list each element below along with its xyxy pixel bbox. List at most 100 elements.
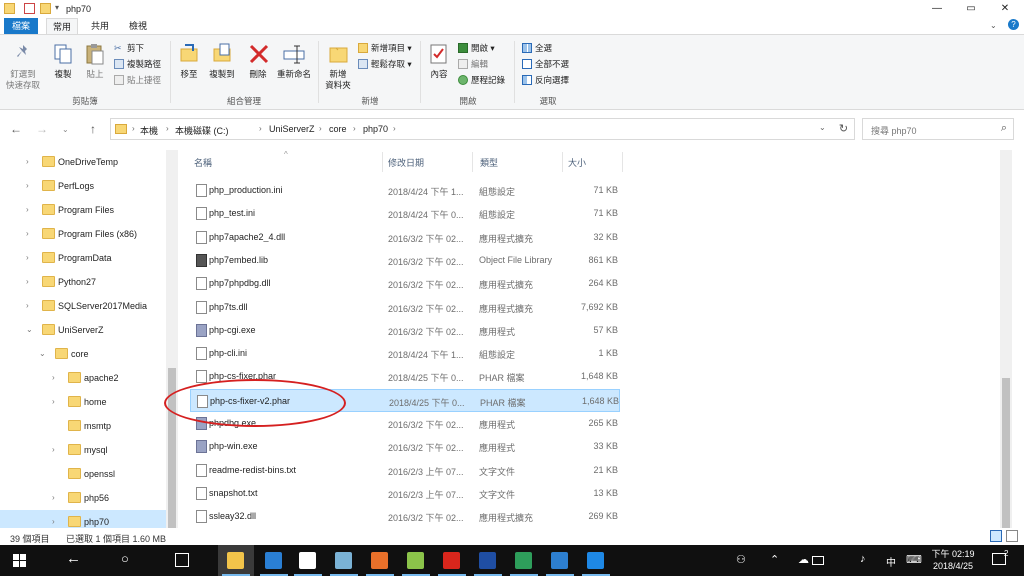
nav-tree-item[interactable]: › OneDriveTemp xyxy=(0,150,166,174)
list-scrollbar[interactable] xyxy=(1000,150,1012,528)
file-row[interactable]: php_test.ini 2018/4/24 下午 0... 組態設定 71 KB xyxy=(190,202,620,225)
recent-locations-chevron-icon[interactable]: ⌄ xyxy=(62,125,69,134)
tab-view[interactable]: 檢視 xyxy=(122,18,154,34)
file-row[interactable]: php7ts.dll 2016/3/2 下午 02... 應用程式擴充 7,692 K… xyxy=(190,296,620,319)
up-arrow-icon[interactable]: ↑ xyxy=(90,122,96,136)
file-row[interactable]: php-win.exe 2016/3/2 下午 02... 應用程式 33 KB xyxy=(190,435,620,458)
chevron-down-icon[interactable]: ⌄ xyxy=(990,21,997,30)
media-player-icon[interactable] xyxy=(256,545,292,576)
chevron-right-icon[interactable]: › xyxy=(52,517,55,526)
column-divider[interactable] xyxy=(382,152,383,172)
onedrive-icon[interactable]: ☁ xyxy=(798,553,809,566)
window-app-icon[interactable] xyxy=(542,545,578,576)
new-folder-quick-icon[interactable] xyxy=(40,3,51,14)
breadcrumb-local-disk[interactable]: 本機磁碟 (C:) xyxy=(175,124,229,137)
select-none-button[interactable]: 全部不選 xyxy=(522,57,569,71)
people-icon[interactable]: ⚇ xyxy=(736,553,746,566)
nav-scrollbar[interactable] xyxy=(166,150,178,528)
nav-tree-item[interactable]: › Program Files (x86) xyxy=(0,222,166,246)
nav-tree-item[interactable]: › ProgramData xyxy=(0,246,166,270)
notepad-icon[interactable] xyxy=(326,545,362,576)
file-row[interactable]: readme-redist-bins.txt 2016/2/3 上午 07... 文… xyxy=(190,459,620,482)
copy-to-button[interactable]: 複製到 xyxy=(205,69,239,80)
nav-tree-item[interactable]: › apache2 xyxy=(0,366,166,390)
column-divider[interactable] xyxy=(472,152,473,172)
clock[interactable]: 下午 02:19 2018/4/25 xyxy=(924,548,982,572)
new-item-button[interactable]: 新增項目 ▾ xyxy=(358,41,412,55)
chevron-right-icon[interactable]: › xyxy=(52,373,55,382)
file-row[interactable]: php-cgi.exe 2016/3/2 下午 02... 應用程式 57 KB xyxy=(190,319,620,342)
rename-button[interactable]: 重新命名 xyxy=(272,69,316,80)
select-all-button[interactable]: 全選 xyxy=(522,41,552,55)
cut-button[interactable]: ✂ 剪下 xyxy=(114,41,144,55)
nav-tree-item[interactable]: openssl xyxy=(0,462,166,486)
nav-tree-item[interactable]: › php56 xyxy=(0,486,166,510)
notepadplusplus-icon[interactable] xyxy=(398,545,434,576)
scrollbar-thumb[interactable] xyxy=(1002,378,1010,528)
paste-button[interactable]: 貼上 xyxy=(80,69,110,80)
move-to-button[interactable]: 移至 xyxy=(173,69,205,80)
pin-quick-access-button[interactable]: 釘選到 快速存取 xyxy=(2,69,44,91)
breadcrumb-this-pc[interactable]: 本機 xyxy=(140,124,158,137)
nav-tree-item[interactable]: › Python27 xyxy=(0,270,166,294)
start-button[interactable] xyxy=(2,545,38,576)
volume-icon[interactable]: ♪ xyxy=(860,553,866,565)
network-icon[interactable] xyxy=(812,556,824,565)
help-icon[interactable]: ? xyxy=(1008,19,1019,30)
details-view-icon[interactable] xyxy=(990,530,1002,542)
breadcrumb-core[interactable]: core xyxy=(329,124,347,134)
nav-tree-item[interactable]: ⌄ UniServerZ xyxy=(0,318,166,342)
nav-tree-item[interactable]: › SQLServer2017Media xyxy=(0,294,166,318)
tab-file[interactable]: 檔案 xyxy=(4,18,38,34)
column-header-date[interactable]: 修改日期 xyxy=(388,156,424,169)
adobe-reader-icon[interactable] xyxy=(434,545,470,576)
forward-arrow-icon[interactable]: → xyxy=(36,122,48,136)
new-folder-button[interactable]: 新增 資料夾 xyxy=(320,69,356,91)
large-icons-view-icon[interactable] xyxy=(1006,530,1018,542)
uniserver-icon[interactable] xyxy=(470,545,506,576)
keyboard-icon[interactable]: ⌨ xyxy=(906,553,922,566)
chevron-up-icon[interactable]: ⌃ xyxy=(770,553,779,566)
edit-button[interactable]: 編輯 xyxy=(458,57,488,71)
file-row[interactable]: php7embed.lib 2016/3/2 下午 02... Object Fil… xyxy=(190,249,620,272)
green-app-icon[interactable] xyxy=(506,545,542,576)
nav-tree-item[interactable]: msmtp xyxy=(0,414,166,438)
chevron-down-icon[interactable]: ⌄ xyxy=(819,123,826,132)
file-explorer-icon[interactable] xyxy=(218,545,254,576)
close-button[interactable]: ✕ xyxy=(988,0,1022,18)
breadcrumb-php70[interactable]: php70 xyxy=(363,124,388,134)
chevron-right-icon[interactable]: › xyxy=(26,277,29,286)
chevron-right-icon[interactable]: › xyxy=(52,397,55,406)
chevron-right-icon[interactable]: › xyxy=(52,493,55,502)
tab-home[interactable]: 常用 xyxy=(46,18,78,34)
file-row[interactable]: php-cli.ini 2018/4/24 下午 1... 組態設定 1 KB xyxy=(190,342,620,365)
chevron-down-icon[interactable]: ⌄ xyxy=(26,325,33,334)
tab-share[interactable]: 共用 xyxy=(84,18,116,34)
delete-button[interactable]: 刪除 xyxy=(242,69,274,80)
column-header-size[interactable]: 大小 xyxy=(568,156,586,169)
column-divider[interactable] xyxy=(622,152,623,172)
copy-path-button[interactable]: 複製路徑 xyxy=(114,57,161,71)
maximize-button[interactable]: ▭ xyxy=(954,0,988,18)
chevron-right-icon[interactable]: › xyxy=(26,181,29,190)
file-row[interactable]: php7phpdbg.dll 2016/3/2 下午 02... 應用程式擴充 264… xyxy=(190,272,620,295)
file-row[interactable]: php_production.ini 2018/4/24 下午 1... 組態設定 7… xyxy=(190,179,620,202)
nav-tree-item[interactable]: › mysql xyxy=(0,438,166,462)
invert-selection-button[interactable]: 反向選擇 xyxy=(522,73,569,87)
chevron-down-icon[interactable]: ⌄ xyxy=(39,349,46,358)
search-icon[interactable]: ○ xyxy=(110,545,146,576)
file-row[interactable]: php7apache2_4.dll 2016/3/2 下午 02... 應用程式擴充… xyxy=(190,226,620,249)
chrome-icon[interactable] xyxy=(290,545,326,576)
chevron-right-icon[interactable]: › xyxy=(26,229,29,238)
nav-tree-item[interactable]: ⌄ core xyxy=(0,342,166,366)
open-button[interactable]: 開啟 ▾ xyxy=(458,41,495,55)
column-divider[interactable] xyxy=(562,152,563,172)
edge-icon[interactable] xyxy=(578,545,614,576)
file-row[interactable]: snapshot.txt 2016/2/3 上午 07... 文字文件 13 KB xyxy=(190,482,620,505)
file-row[interactable]: ssleay32.dll 2016/3/2 下午 02... 應用程式擴充 269 K… xyxy=(190,505,620,528)
task-view-icon[interactable] xyxy=(164,545,200,576)
nav-tree-item[interactable]: › home xyxy=(0,390,166,414)
chevron-down-icon[interactable]: ▾ xyxy=(55,3,66,14)
history-button[interactable]: 歷程記錄 xyxy=(458,73,505,87)
copy-button[interactable]: 複製 xyxy=(48,69,78,80)
